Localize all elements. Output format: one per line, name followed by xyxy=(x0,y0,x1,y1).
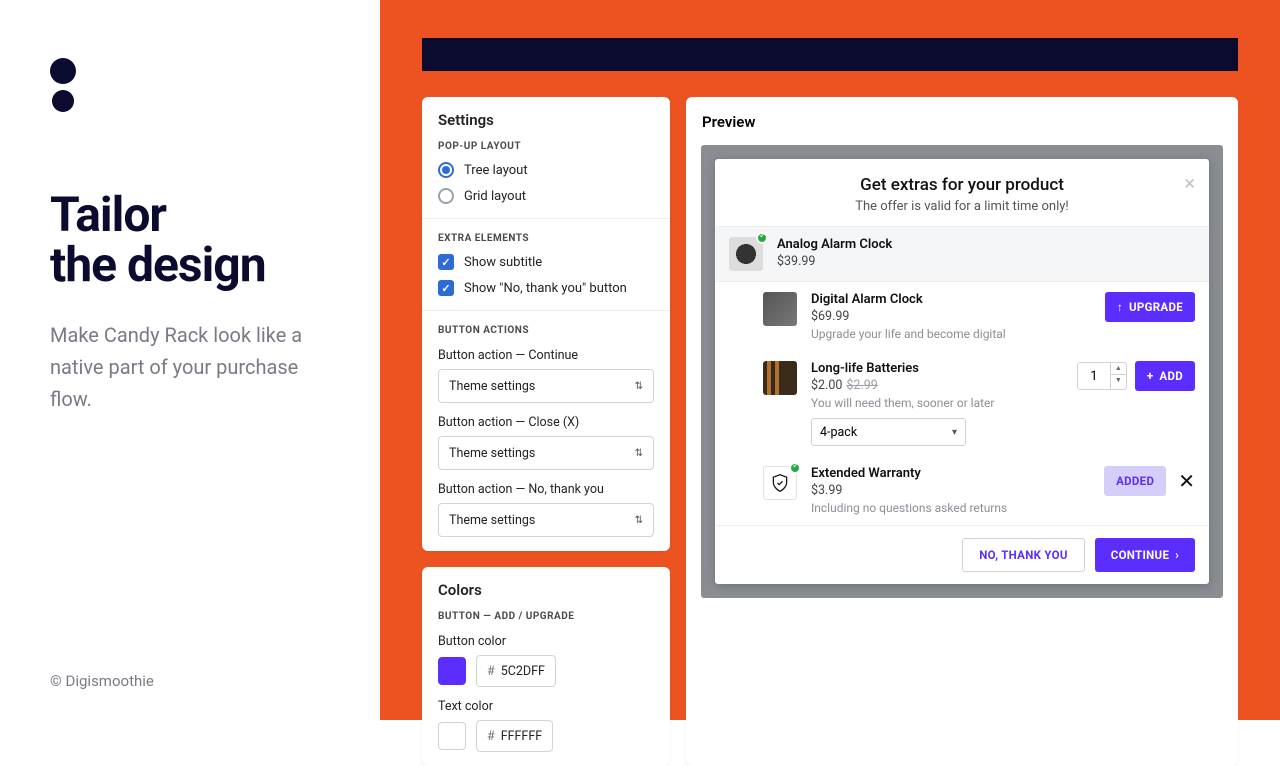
offer-name: Extended Warranty xyxy=(811,466,1090,481)
colors-section-label: BUTTON — ADD / UPGRADE xyxy=(438,611,654,622)
checkbox-show-subtitle[interactable]: ✓ Show subtitle xyxy=(438,254,654,270)
settings-panel: Settings POP-UP LAYOUT Tree layout Grid … xyxy=(422,97,670,551)
preview-stage: Get extras for your product The offer is… xyxy=(701,145,1223,598)
radio-label: Grid layout xyxy=(464,189,526,204)
settings-title: Settings xyxy=(438,111,654,129)
app-topbar xyxy=(422,38,1238,71)
variant-select[interactable]: 4-pack▾ xyxy=(811,418,966,446)
offer-name: Digital Alarm Clock xyxy=(811,292,1091,307)
offer-price: $2.00$2.99 xyxy=(811,378,1063,393)
offer-price: $69.99 xyxy=(811,309,1091,324)
check-label: Show "No, thank you" button xyxy=(464,281,627,296)
text-color-swatch[interactable] xyxy=(438,722,466,750)
offer-desc: Including no questions asked returns xyxy=(811,501,1090,515)
check-badge-icon xyxy=(789,462,801,474)
action-nothanks-label: Button action — No, thank you xyxy=(438,482,654,497)
product-thumb xyxy=(729,237,763,271)
radio-icon xyxy=(438,188,454,204)
action-continue-select[interactable]: Theme settings⇅ xyxy=(438,369,654,403)
remove-icon[interactable]: ✕ xyxy=(1178,469,1195,493)
colors-panel: Colors BUTTON — ADD / UPGRADE Button col… xyxy=(422,567,670,766)
chevron-right-icon: › xyxy=(1175,548,1179,562)
preview-panel: Preview Get extras for your product The … xyxy=(686,97,1238,766)
add-button[interactable]: + ADD xyxy=(1135,361,1195,391)
product-thumb xyxy=(763,361,797,395)
offer-desc: You will need them, sooner or later xyxy=(811,396,1063,410)
no-thanks-button[interactable]: NO, THANK YOU xyxy=(962,538,1085,572)
check-label: Show subtitle xyxy=(464,255,542,270)
modal-title: Get extras for your product xyxy=(731,175,1193,195)
action-continue-label: Button action — Continue xyxy=(438,348,654,363)
product-thumb xyxy=(763,466,797,500)
action-nothanks-select[interactable]: Theme settings⇅ xyxy=(438,503,654,537)
quantity-input[interactable] xyxy=(1078,363,1110,389)
offer-name: Long-life Batteries xyxy=(811,361,1063,376)
action-close-label: Button action — Close (X) xyxy=(438,415,654,430)
upsell-modal: Get extras for your product The offer is… xyxy=(715,159,1209,584)
main-product-row: Analog Alarm Clock $39.99 xyxy=(715,226,1209,281)
marketing-headline: Tailor the design xyxy=(50,190,330,291)
close-icon[interactable]: × xyxy=(1184,171,1195,195)
actions-section-label: BUTTON ACTIONS xyxy=(438,325,654,336)
caret-icon: ⇅ xyxy=(635,515,643,526)
caret-icon: ⇅ xyxy=(635,448,643,459)
radio-icon xyxy=(438,162,454,178)
offer-row-added: Extended Warranty $3.99 Including no que… xyxy=(715,456,1209,525)
caret-icon: ▾ xyxy=(952,427,957,438)
button-color-label: Button color xyxy=(438,634,654,649)
offer-price: $3.99 xyxy=(811,483,1090,498)
plus-icon: + xyxy=(1147,369,1154,383)
button-color-swatch[interactable] xyxy=(438,657,466,685)
radio-grid-layout[interactable]: Grid layout xyxy=(438,188,654,204)
offer-row-upgrade: Digital Alarm Clock $69.99 Upgrade your … xyxy=(715,281,1209,351)
offer-row-add: Long-life Batteries $2.00$2.99 You will … xyxy=(715,351,1209,456)
checkbox-show-no-thanks[interactable]: ✓ Show "No, thank you" button xyxy=(438,280,654,296)
product-price: $39.99 xyxy=(777,254,1195,269)
qty-down-icon[interactable]: ▼ xyxy=(1111,375,1126,386)
upgrade-button[interactable]: ↑ UPGRADE xyxy=(1105,292,1195,322)
arrow-up-icon: ↑ xyxy=(1117,300,1123,314)
marketing-subtitle: Make Candy Rack look like a native part … xyxy=(50,319,330,415)
check-badge-icon xyxy=(756,232,768,244)
check-icon: ✓ xyxy=(438,280,454,296)
modal-subtitle: The offer is valid for a limit time only… xyxy=(731,199,1193,214)
text-color-label: Text color xyxy=(438,699,654,714)
preview-title: Preview xyxy=(686,97,1238,145)
copyright: © Digismoothie xyxy=(50,672,154,690)
action-close-select[interactable]: Theme settings⇅ xyxy=(438,436,654,470)
quantity-stepper[interactable]: ▲▼ xyxy=(1077,362,1127,390)
text-color-input[interactable]: #FFFFFF xyxy=(476,720,553,752)
product-name: Analog Alarm Clock xyxy=(777,237,1195,252)
continue-button[interactable]: CONTINUE › xyxy=(1095,538,1195,572)
layout-section-label: POP-UP LAYOUT xyxy=(438,141,654,152)
radio-label: Tree layout xyxy=(464,163,528,178)
check-icon: ✓ xyxy=(438,254,454,270)
shield-icon xyxy=(770,473,790,493)
added-button[interactable]: ADDED xyxy=(1104,466,1166,496)
caret-icon: ⇅ xyxy=(635,381,643,392)
extra-section-label: EXTRA ELEMENTS xyxy=(438,233,654,244)
product-thumb xyxy=(763,292,797,326)
brand-logo xyxy=(50,58,330,112)
qty-up-icon[interactable]: ▲ xyxy=(1111,363,1126,375)
button-color-input[interactable]: #5C2DFF xyxy=(476,655,556,687)
colors-title: Colors xyxy=(438,581,654,599)
offer-desc: Upgrade your life and become digital xyxy=(811,327,1091,341)
radio-tree-layout[interactable]: Tree layout xyxy=(438,162,654,178)
